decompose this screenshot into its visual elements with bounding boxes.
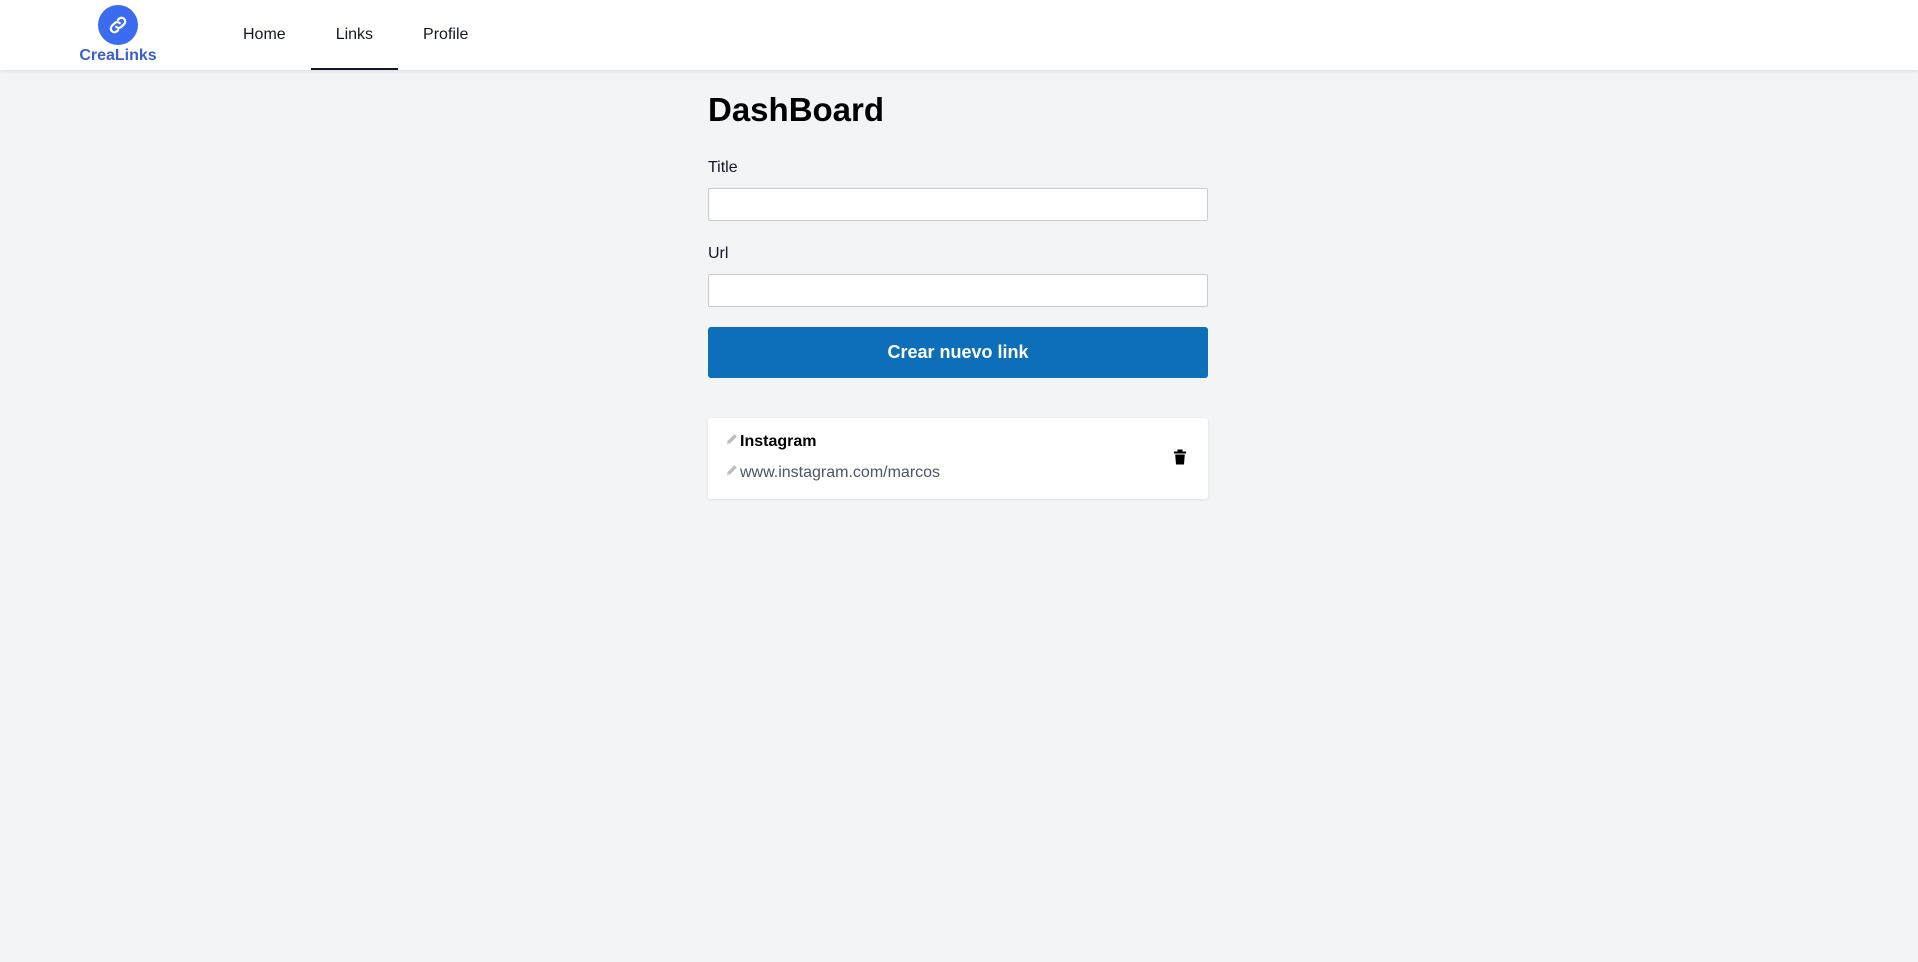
- nav-links[interactable]: Links: [310, 0, 399, 70]
- link-title: Instagram: [740, 433, 817, 451]
- brand-name: CreaLinks: [79, 47, 157, 64]
- link-title-row[interactable]: Instagram: [725, 433, 816, 451]
- pencil-icon[interactable]: [725, 433, 738, 446]
- link-url-row[interactable]: www.instagram.com/marcos: [725, 464, 940, 482]
- main-nav: Home Links Profile: [218, 0, 493, 70]
- pencil-icon[interactable]: [725, 464, 738, 477]
- nav-home[interactable]: Home: [218, 0, 311, 70]
- url-input[interactable]: [708, 274, 1208, 308]
- page-title: DashBoard: [708, 91, 885, 128]
- title-label: Title: [708, 159, 738, 177]
- brand-logo[interactable]: CreaLinks: [78, 5, 158, 67]
- link-icon: [98, 5, 138, 45]
- new-link-form: Title Url Crear nuevo link: [708, 159, 1208, 379]
- title-input[interactable]: [708, 188, 1208, 222]
- nav-profile[interactable]: Profile: [398, 0, 493, 70]
- top-navbar: CreaLinks Home Links Profile: [0, 0, 1918, 70]
- url-label: Url: [708, 245, 729, 263]
- link-url: www.instagram.com/marcos: [740, 464, 941, 482]
- dashboard-main: DashBoard Title Url Crear nuevo link Ins…: [708, 70, 1208, 500]
- create-link-button[interactable]: Crear nuevo link: [708, 327, 1208, 379]
- link-card: Instagram www.instagram.com/marcos: [708, 418, 1208, 500]
- trash-icon[interactable]: [1173, 449, 1187, 465]
